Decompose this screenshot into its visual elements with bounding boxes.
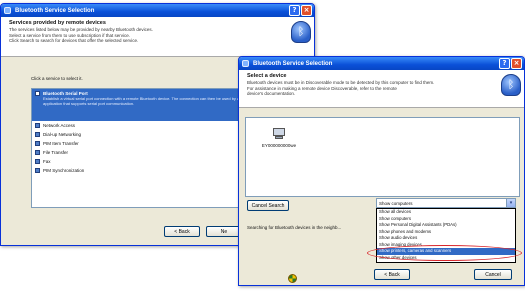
close-icon[interactable]: ×	[301, 5, 312, 16]
network-icon	[35, 123, 40, 128]
back-button[interactable]: < Back	[164, 226, 200, 237]
front-window-header: Select a device Bluetooth devices must b…	[239, 70, 524, 108]
front-window-titlebar[interactable]: Bluetooth Service Selection ? ×	[239, 57, 524, 70]
close-icon[interactable]: ×	[511, 58, 522, 69]
cancel-button[interactable]: Cancel	[474, 269, 512, 280]
front-window-title: Bluetooth Service Selection	[253, 60, 333, 67]
help-icon[interactable]: ?	[499, 58, 510, 69]
back-window-header: Services provided by remote devices The …	[1, 17, 314, 57]
folder-icon	[35, 150, 40, 155]
bluetooth-icon	[4, 7, 11, 14]
back-window-title: Bluetooth Service Selection	[15, 7, 95, 14]
bluetooth-logo-icon: ᛒ	[501, 74, 521, 96]
header-description: The services listed below may be provide…	[9, 27, 153, 43]
computer-icon	[272, 128, 286, 140]
front-window: Bluetooth Service Selection ? × Select a…	[238, 56, 525, 286]
chevron-down-icon[interactable]: ▾	[506, 199, 515, 207]
help-icon[interactable]: ?	[289, 5, 300, 16]
bluetooth-logo-icon: ᛒ	[291, 21, 311, 43]
list-item[interactable]: Fax	[32, 157, 260, 166]
fax-icon	[35, 159, 40, 164]
list-item[interactable]: File Transfer	[32, 148, 260, 157]
dialup-icon	[35, 132, 40, 137]
list-item[interactable]: PIM Item Transfer	[32, 139, 260, 148]
device-filter-dropdown[interactable]: Show computers ▾	[376, 198, 516, 208]
header-description: Bluetooth devices must be in Discoverabl…	[247, 80, 435, 96]
page-title: Services provided by remote devices	[9, 20, 106, 26]
back-button[interactable]: < Back	[374, 269, 410, 280]
device-list[interactable]: EY000000000we	[245, 117, 520, 197]
service-prompt: Click a service to select it.	[31, 76, 83, 81]
search-status-text: Searching for Bluetooth devices in the n…	[247, 225, 342, 230]
next-button[interactable]: Ne	[206, 226, 242, 237]
pim-icon	[35, 141, 40, 146]
sync-icon	[35, 168, 40, 173]
list-item[interactable]: PIM Synchronization	[32, 166, 260, 175]
service-list[interactable]: Bluetooth Serial Port Establish a virtua…	[31, 88, 261, 208]
page-title: Select a device	[247, 73, 287, 79]
list-item[interactable]: Dial-up Networking	[32, 130, 260, 139]
cancel-search-button[interactable]: Cancel Search	[247, 200, 289, 211]
highlight-annotation	[367, 245, 522, 261]
device-label: EY000000000we	[261, 143, 297, 148]
back-window-titlebar[interactable]: Bluetooth Service Selection ? ×	[1, 4, 314, 17]
list-item[interactable]: EY000000000we	[254, 128, 304, 148]
bluetooth-icon	[242, 60, 249, 67]
busy-cursor-icon	[288, 274, 297, 283]
list-item[interactable]: Network Access	[32, 121, 260, 130]
list-item-selected[interactable]: Bluetooth Serial Port Establish a virtua…	[32, 89, 260, 121]
serial-port-icon	[35, 91, 40, 96]
